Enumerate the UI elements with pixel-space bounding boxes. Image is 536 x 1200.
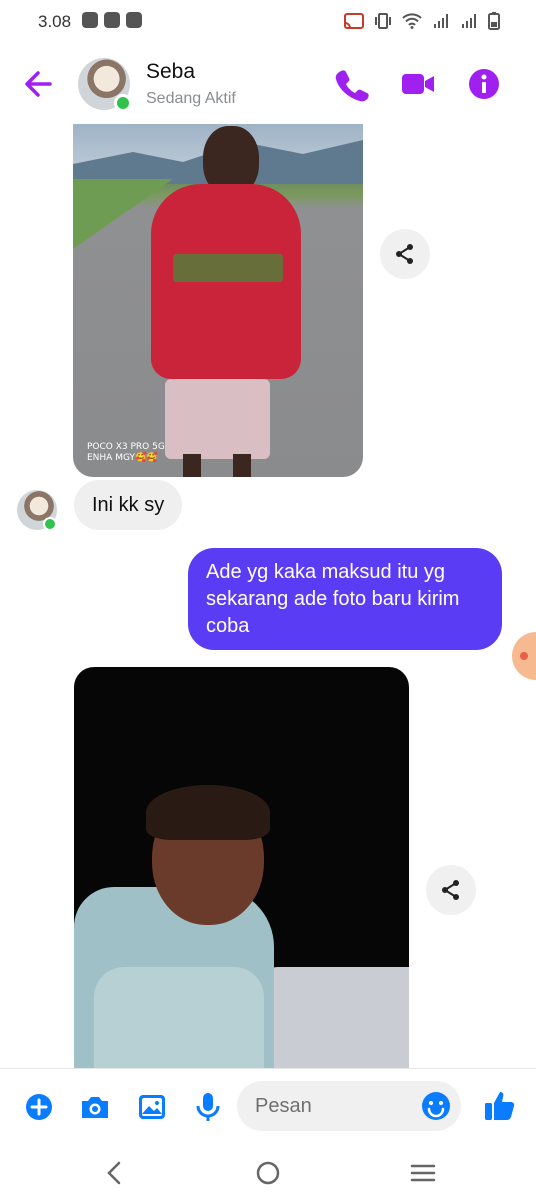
call-button[interactable] — [332, 64, 372, 104]
online-indicator — [114, 94, 132, 112]
chat-head-bubble[interactable] — [512, 632, 536, 680]
message-list[interactable]: POCO X3 PRO 5G ENHA MGY🥰🥰 Ini kk sy Ade … — [0, 124, 536, 1068]
add-button[interactable] — [21, 1089, 57, 1125]
emoji-icon — [422, 1092, 450, 1120]
video-camera-icon — [402, 74, 434, 94]
contact-name[interactable]: Seba — [146, 60, 195, 84]
nav-recents-icon — [410, 1164, 436, 1182]
emoji-button[interactable] — [419, 1089, 453, 1123]
share-icon — [396, 244, 413, 264]
chat-head-dot — [520, 652, 528, 660]
info-button[interactable] — [464, 64, 504, 104]
share-icon — [442, 880, 459, 900]
gallery-icon — [139, 1095, 165, 1119]
nav-home-button[interactable] — [253, 1158, 283, 1188]
back-button[interactable] — [20, 66, 60, 102]
voice-message-button[interactable] — [190, 1089, 226, 1125]
microphone-icon — [196, 1093, 220, 1121]
camera-button[interactable] — [77, 1089, 113, 1125]
photo-person-arm — [94, 967, 264, 1068]
outgoing-message-bubble[interactable]: Ade yg kaka maksud itu yg sekarang ade f… — [188, 548, 502, 650]
status-time: 3.08 — [38, 12, 72, 31]
phone-icon — [335, 70, 369, 102]
message-composer — [0, 1068, 536, 1145]
photo-person-shorts — [165, 379, 270, 459]
plus-icon — [26, 1094, 52, 1120]
conversation-header: Seba Sedang Aktif — [0, 44, 536, 125]
thumbs-up-icon — [485, 1092, 515, 1120]
video-call-button[interactable] — [398, 64, 438, 104]
vibrate-icon — [375, 13, 391, 29]
mail-icon — [82, 12, 98, 28]
share-button[interactable] — [426, 865, 476, 915]
photo-hoodie-print — [173, 254, 283, 282]
contact-status: Sedang Aktif — [146, 90, 236, 107]
like-button[interactable] — [481, 1087, 519, 1125]
photo-person-hair — [146, 785, 270, 840]
wifi-icon — [402, 13, 422, 29]
photo-person-leg — [233, 454, 251, 477]
nav-recents-button[interactable] — [408, 1158, 438, 1188]
youtube-icon — [104, 12, 120, 28]
camera-icon — [82, 1097, 108, 1118]
nav-back-button[interactable] — [100, 1158, 130, 1188]
incoming-message-bubble[interactable]: Ini kk sy — [74, 480, 183, 530]
photo-message[interactable] — [74, 667, 409, 1068]
signal-icon — [462, 14, 476, 28]
photo-watermark: POCO X3 PRO 5G ENHA MGY🥰🥰 — [87, 442, 165, 463]
back-arrow-icon — [25, 71, 52, 97]
nav-home-icon — [256, 1161, 280, 1185]
battery-icon — [488, 12, 500, 30]
photo-message[interactable]: POCO X3 PRO 5G ENHA MGY🥰🥰 — [73, 124, 363, 477]
system-icons — [344, 12, 500, 30]
system-navigation-bar — [0, 1144, 536, 1200]
info-icon — [469, 69, 499, 99]
signal-icon — [434, 14, 448, 28]
youtube-icon — [126, 12, 142, 28]
gallery-button[interactable] — [134, 1089, 170, 1125]
status-bar: 3.08 — [0, 0, 536, 152]
online-indicator — [43, 517, 57, 531]
notification-icons — [82, 12, 142, 152]
photo-person-leg — [183, 454, 201, 477]
nav-back-icon — [107, 1161, 121, 1185]
cast-icon — [344, 13, 364, 29]
share-button[interactable] — [380, 229, 430, 279]
